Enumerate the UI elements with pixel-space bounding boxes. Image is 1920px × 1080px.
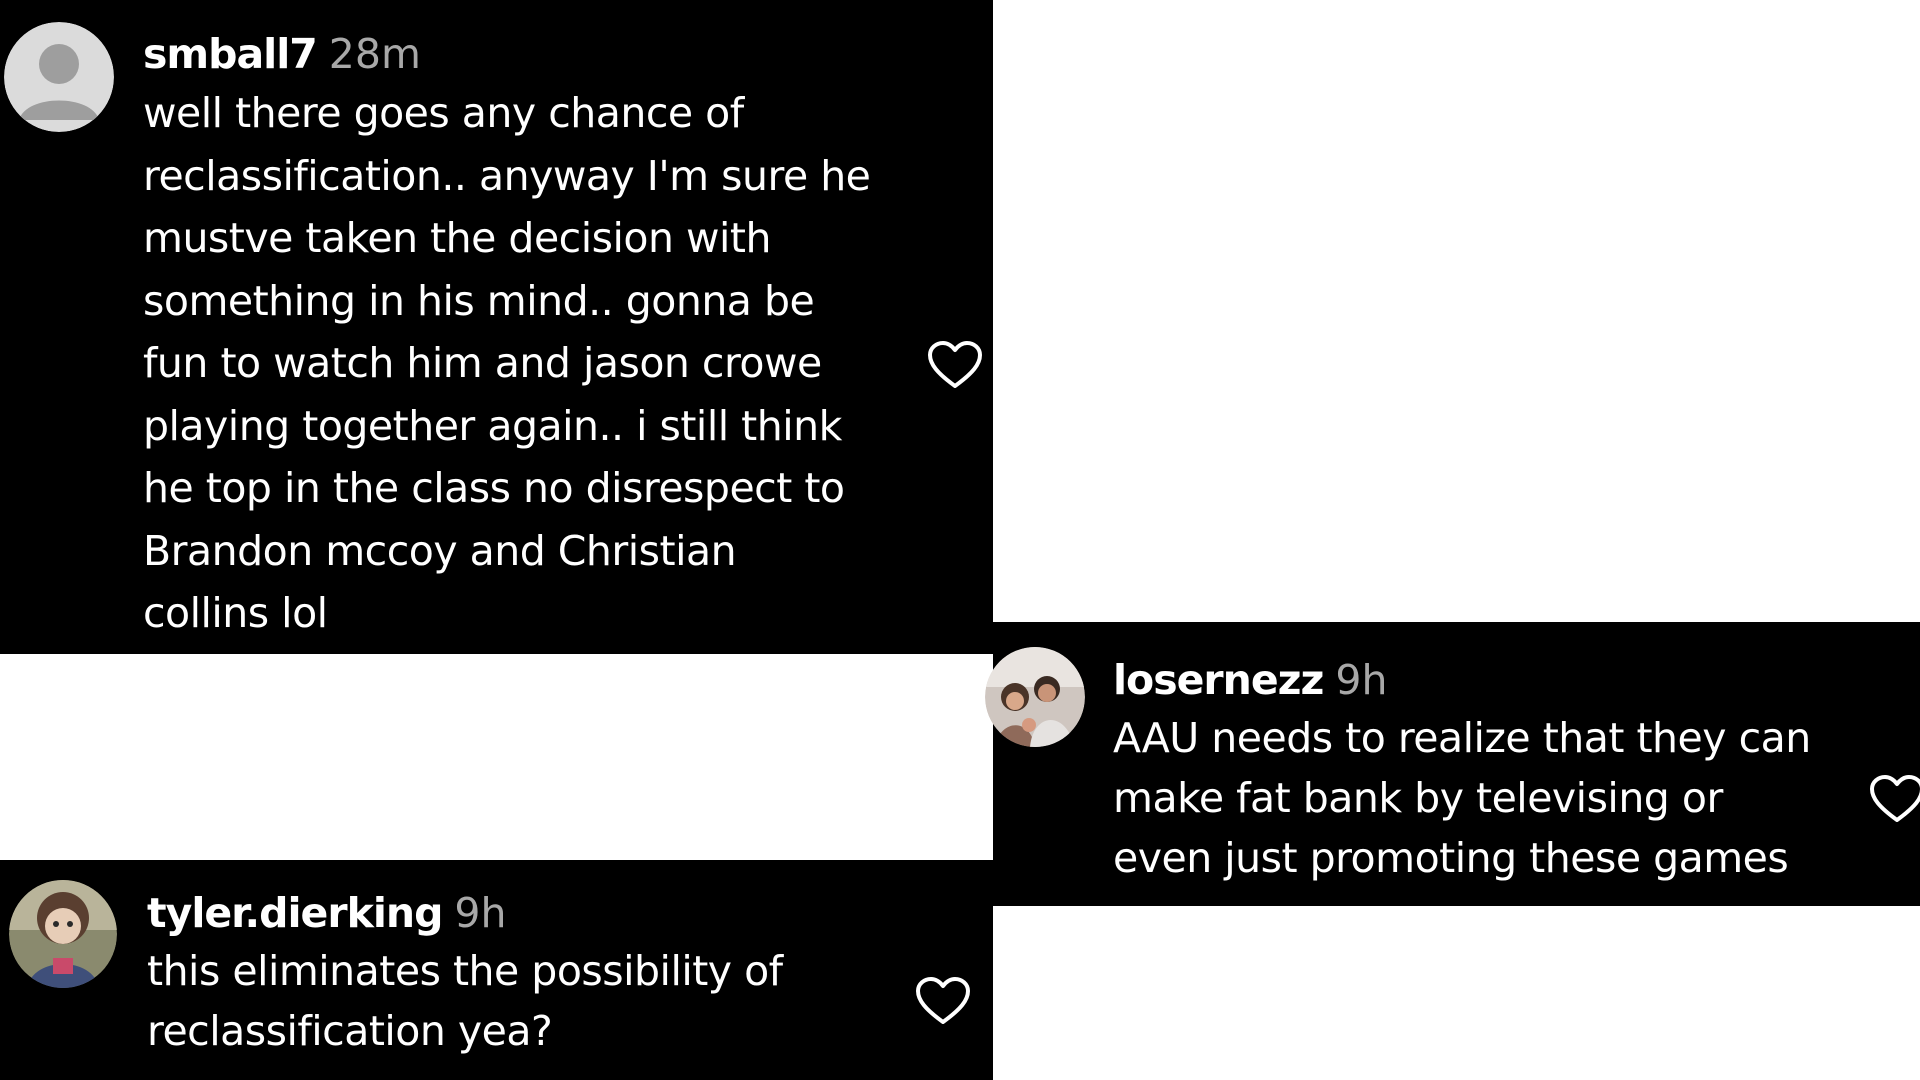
- comment-timestamp[interactable]: 9h: [454, 885, 506, 941]
- default-avatar-icon[interactable]: [4, 22, 114, 132]
- comment-timestamp[interactable]: 9h: [1335, 652, 1387, 708]
- comment-body: losernezz 9h AAU needs to realize that t…: [1113, 652, 1873, 888]
- comment-body: smball7 28m well there goes any chance o…: [143, 26, 923, 645]
- comment-header: tyler.dierking 9h: [147, 885, 907, 941]
- comment-text: well there goes any chance of reclassifi…: [143, 89, 871, 637]
- comment-body: tyler.dierking 9h this eliminates the po…: [147, 885, 907, 1061]
- username-link[interactable]: tyler.dierking: [147, 885, 443, 941]
- photo-avatar-icon[interactable]: [985, 647, 1085, 747]
- comment-timestamp[interactable]: 28m: [329, 26, 421, 82]
- comment-text: this eliminates the possibility of recla…: [147, 947, 783, 1055]
- comments-collage: smball7 28m well there goes any chance o…: [0, 0, 1920, 1080]
- photo-avatar-icon[interactable]: [9, 880, 117, 988]
- comment-header: losernezz 9h: [1113, 652, 1873, 708]
- heart-icon[interactable]: [927, 340, 983, 390]
- username-link[interactable]: losernezz: [1113, 652, 1324, 708]
- username-link[interactable]: smball7: [143, 26, 318, 82]
- heart-icon[interactable]: [915, 976, 971, 1026]
- heart-icon[interactable]: [1869, 774, 1920, 824]
- comment-header: smball7 28m: [143, 26, 923, 82]
- comment-text: AAU needs to realize that they can make …: [1113, 714, 1811, 882]
